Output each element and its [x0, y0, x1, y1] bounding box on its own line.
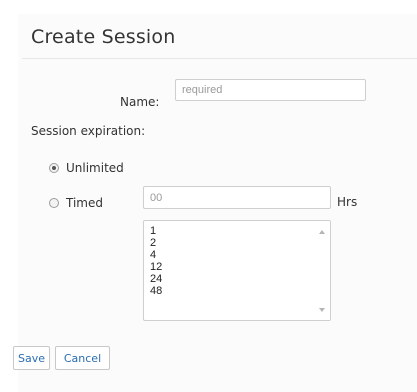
cancel-button[interactable]: Cancel	[55, 346, 110, 370]
timed-radio[interactable]	[49, 198, 59, 208]
name-label: Name:	[120, 95, 160, 109]
hours-unit-label: Hrs	[337, 195, 358, 209]
hours-option[interactable]: 48	[150, 285, 162, 297]
chevron-up-icon[interactable]	[319, 230, 325, 234]
hours-listbox-scrollbar[interactable]	[313, 221, 330, 320]
hours-option[interactable]: 12	[150, 261, 162, 273]
hours-option[interactable]: 4	[150, 249, 162, 261]
session-expiration-label: Session expiration:	[31, 124, 146, 138]
hours-listbox[interactable]: 1 2 4 12 24 48	[143, 220, 331, 321]
hours-option[interactable]: 2	[150, 237, 162, 249]
save-button[interactable]: Save	[13, 346, 50, 370]
create-session-dialog: Create Session Name: Session expiration:…	[18, 14, 417, 392]
title-divider	[22, 58, 417, 59]
unlimited-option[interactable]: Unlimited	[49, 160, 124, 176]
hours-option[interactable]: 1	[150, 225, 162, 237]
timed-label: Timed	[66, 196, 103, 210]
unlimited-radio[interactable]	[49, 163, 59, 173]
dialog-title: Create Session	[31, 26, 176, 48]
name-input[interactable]	[175, 79, 366, 101]
hours-option[interactable]: 24	[150, 273, 162, 285]
hours-input[interactable]	[143, 186, 331, 209]
hours-options: 1 2 4 12 24 48	[150, 225, 162, 297]
unlimited-label: Unlimited	[66, 161, 124, 175]
chevron-down-icon[interactable]	[319, 308, 325, 312]
timed-option[interactable]: Timed	[49, 195, 103, 211]
